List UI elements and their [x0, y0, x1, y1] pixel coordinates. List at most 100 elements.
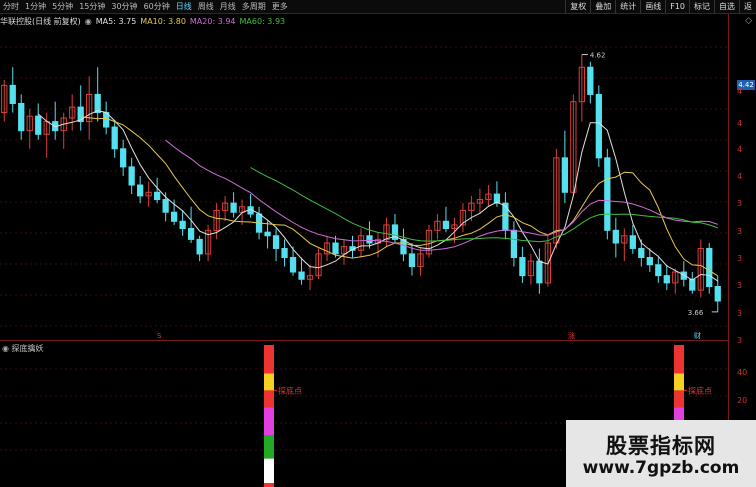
period-tab-6[interactable]: 日线 [173, 0, 195, 14]
axis-tick-label: 3 [737, 281, 743, 290]
candle-body-down [638, 247, 645, 259]
axis-tick-label: 3 [737, 309, 743, 318]
axis-tick-label: 3 [737, 227, 743, 236]
candle-body-down [94, 93, 101, 114]
candle-body-down [332, 242, 339, 255]
toolbar-button-3[interactable]: 画线 [640, 0, 665, 14]
ma-toggle-icon[interactable]: ◉ [85, 17, 92, 26]
toolbar-button-1[interactable]: 叠加 [590, 0, 615, 14]
signal-bar-segment [674, 373, 684, 391]
candle-body-down [298, 271, 305, 280]
signal-bar-segment [264, 373, 274, 391]
candle-body-down [442, 220, 450, 230]
period-tab-5[interactable]: 60分钟 [141, 0, 173, 14]
signal-label: 探底点 [688, 385, 712, 395]
candle-body-down [366, 235, 373, 244]
period-tab-1[interactable]: 1分钟 [22, 0, 49, 14]
ma10-value: MA10: 3.80 [140, 16, 186, 26]
signal-label: 探底点 [278, 385, 302, 395]
candle-body-down [272, 235, 280, 249]
watermark-title: 股票指标网 [606, 434, 716, 458]
signal-bar-segment [264, 435, 274, 459]
event-marker: 财 [694, 331, 701, 340]
candle-body-down [629, 235, 636, 249]
candle-body-down [196, 238, 203, 255]
candle-body-down [706, 247, 713, 288]
toolbar-button-4[interactable]: F10 [665, 0, 689, 14]
period-tab-9[interactable]: 多周期 [239, 0, 269, 14]
axis-tick-label: 3 [737, 336, 743, 345]
candle-body-down [111, 126, 118, 150]
candle-body-down [128, 166, 135, 186]
sub-axis-tick-label: 40 [737, 368, 748, 377]
toolbar-button-7[interactable]: 返 [739, 0, 756, 14]
high-price-label: 4.62 [590, 52, 606, 60]
toolbar-button-0[interactable]: 复权 [565, 0, 590, 14]
period-tab-7[interactable]: 周线 [195, 0, 217, 14]
candle-body-down [502, 202, 509, 231]
axis-tick-label: 4 [737, 145, 743, 154]
toolbar-button-6[interactable]: 自选 [714, 0, 739, 14]
candle-body-down [612, 229, 619, 244]
axis-tick-label: 4 [737, 87, 743, 96]
candle-body-down [663, 275, 670, 284]
stock-chart-window: 分时 1分钟 5分钟 15分钟 30分钟 60分钟 日线 周线 月线 多周期 更多 复权 叠加 统计 画线… [0, 0, 756, 487]
axis-tick-label: 3 [737, 199, 743, 208]
ma5-value: MA5: 3.75 [95, 16, 137, 26]
ma20-line [165, 139, 718, 251]
candle-body-down [35, 115, 42, 135]
candle-body-down [162, 199, 169, 213]
period-tab-2[interactable]: 5分钟 [49, 0, 76, 14]
candle-body-down [179, 220, 186, 230]
event-marker: S [157, 332, 162, 340]
candle-body-down [187, 228, 195, 240]
period-tab-3[interactable]: 15分钟 [76, 0, 108, 14]
low-price-label: 3.66 [688, 309, 704, 317]
period-toolbar: 分时 1分钟 5分钟 15分钟 30分钟 60分钟 日线 周线 月线 多周期 更多 复权 叠加 统计 画线… [0, 0, 756, 14]
candle-body-down [137, 184, 144, 197]
candle-body-down [561, 157, 568, 193]
watermark-url: www.7gpzb.com [582, 458, 740, 478]
axis-tick-label: 3 [737, 254, 743, 263]
period-list: 分时 1分钟 5分钟 15分钟 30分钟 60分钟 日线 周线 月线 多周期 更多 [0, 0, 291, 14]
period-tab-10[interactable]: 更多 [269, 0, 291, 14]
signal-bar-segment [674, 390, 684, 408]
period-tab-0[interactable]: 分时 [0, 0, 22, 14]
candle-body-down [230, 202, 237, 213]
signal-bar-base [264, 483, 274, 487]
ma-info-bar: 华联控股(日线 前复权) ◉ MA5: 3.75 MA10: 3.80 MA20… [0, 15, 289, 27]
ma20-value: MA20: 3.94 [189, 16, 236, 26]
ma60-value: MA60: 3.93 [239, 16, 286, 26]
toolbar-button-2[interactable]: 统计 [615, 0, 640, 14]
signal-bar-segment [674, 345, 684, 374]
candle-body-down [519, 257, 526, 277]
ma10-line [80, 116, 719, 277]
candlestick-chart[interactable]: 4.62 3.66 S 涨 财 [0, 27, 728, 340]
candle-body-down [604, 157, 611, 231]
candle-body-down [9, 84, 16, 104]
candle-body-down [170, 211, 178, 222]
signal-bar-segment [264, 345, 274, 374]
signal-bar-segment [264, 458, 274, 487]
sub-axis-tick-label: 20 [737, 396, 748, 405]
signal-bar-segment [264, 390, 274, 408]
signal-bar-segment [264, 407, 274, 436]
candle-body-down [264, 231, 271, 237]
period-tab-4[interactable]: 30分钟 [108, 0, 140, 14]
candle-body-down [281, 247, 288, 259]
candle-body-down [714, 286, 721, 302]
period-tab-8[interactable]: 月线 [217, 0, 239, 14]
candle-body-down [408, 253, 416, 268]
candle-body-down [154, 191, 161, 201]
axis-tick-label: 4 [737, 172, 743, 181]
toolbar-button-5[interactable]: 标记 [689, 0, 714, 14]
candle-body-down [18, 102, 25, 132]
candle-body-down [646, 257, 653, 266]
candle-body-down [289, 257, 297, 273]
candle-body-down [120, 148, 127, 168]
candle-body-down [595, 93, 602, 159]
candle-body-down [655, 264, 662, 277]
ma60-line [250, 167, 718, 243]
candle-body-down [689, 278, 696, 291]
candle-body-down [510, 229, 518, 259]
